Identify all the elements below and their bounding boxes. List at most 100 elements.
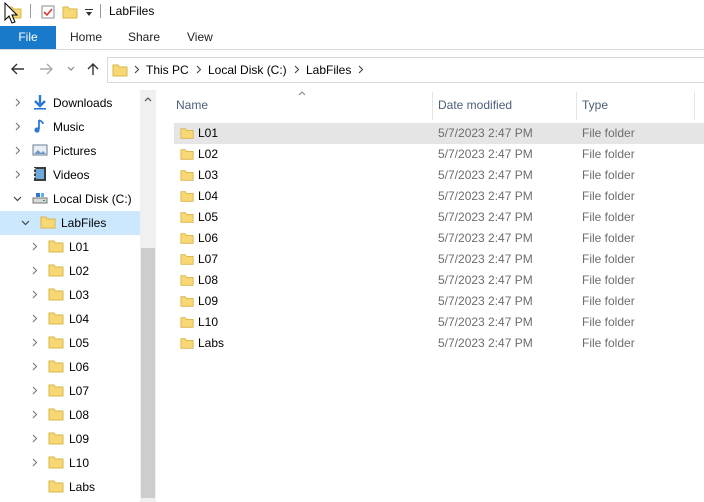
nav-item-pictures[interactable]: Pictures xyxy=(0,139,140,163)
nav-item-l06[interactable]: L06 xyxy=(0,355,140,379)
chevron-right-icon[interactable] xyxy=(358,65,364,74)
column-header-type[interactable]: Type xyxy=(577,90,694,120)
folder-icon xyxy=(48,336,64,349)
scroll-up-icon[interactable] xyxy=(144,96,152,102)
folder-icon xyxy=(180,191,194,202)
file-row-l06[interactable]: L06 5/7/2023 2:47 PM File folder xyxy=(174,228,704,249)
column-divider[interactable] xyxy=(694,92,695,120)
file-row-l01[interactable]: L01 5/7/2023 2:47 PM File folder xyxy=(174,123,704,144)
file-row-l10[interactable]: L10 5/7/2023 2:47 PM File folder xyxy=(174,312,704,333)
folder-icon xyxy=(180,317,194,328)
file-type: File folder xyxy=(582,252,635,266)
file-row-labs[interactable]: Labs 5/7/2023 2:47 PM File folder xyxy=(174,333,704,354)
nav-label: L04 xyxy=(69,312,90,326)
nav-label: Music xyxy=(53,120,85,134)
nav-item-l02[interactable]: L02 xyxy=(0,259,140,283)
file-date: 5/7/2023 2:47 PM xyxy=(438,168,533,182)
tab-file[interactable]: File xyxy=(0,26,56,49)
chevron-right-icon[interactable] xyxy=(32,266,38,275)
up-button[interactable] xyxy=(85,61,101,77)
column-label: Date modified xyxy=(438,98,513,112)
chevron-right-icon[interactable] xyxy=(15,122,21,131)
chevron-down-icon[interactable] xyxy=(21,220,30,226)
nav-item-local-disk[interactable]: Local Disk (C:) xyxy=(0,187,140,211)
chevron-right-icon[interactable] xyxy=(15,146,21,155)
forward-button[interactable] xyxy=(38,61,54,77)
file-type: File folder xyxy=(582,168,635,182)
file-name: L07 xyxy=(198,252,219,266)
nav-item-labs[interactable]: Labs xyxy=(0,475,140,499)
nav-item-l04[interactable]: L04 xyxy=(0,307,140,331)
file-row-l07[interactable]: L07 5/7/2023 2:47 PM File folder xyxy=(174,249,704,270)
nav-scrollbar[interactable] xyxy=(140,90,156,502)
breadcrumb-local-disk[interactable]: Local Disk (C:) xyxy=(208,63,287,77)
chevron-right-icon[interactable] xyxy=(15,98,21,107)
nav-item-l01[interactable]: L01 xyxy=(0,235,140,259)
chevron-right-icon[interactable] xyxy=(32,434,38,443)
chevron-down-icon[interactable] xyxy=(13,196,22,202)
folder-icon xyxy=(48,456,64,469)
folder-icon xyxy=(112,64,128,77)
nav-item-labfiles[interactable]: LabFiles xyxy=(0,211,140,235)
nav-label: L05 xyxy=(69,336,90,350)
up-arrow-icon xyxy=(87,63,99,75)
nav-item-videos[interactable]: Videos xyxy=(0,163,140,187)
file-row-l03[interactable]: L03 5/7/2023 2:47 PM File folder xyxy=(174,165,704,186)
address-bar[interactable]: This PC Local Disk (C:) LabFiles xyxy=(107,57,704,83)
folder-icon xyxy=(48,432,64,445)
scroll-thumb[interactable] xyxy=(141,248,155,498)
file-row-l05[interactable]: L05 5/7/2023 2:47 PM File folder xyxy=(174,207,704,228)
properties-icon[interactable] xyxy=(40,3,56,21)
tab-share[interactable]: Share xyxy=(128,26,160,49)
file-row-l08[interactable]: L08 5/7/2023 2:47 PM File folder xyxy=(174,270,704,291)
nav-item-music[interactable]: Music xyxy=(0,115,140,139)
folder-icon xyxy=(48,480,64,493)
folder-icon xyxy=(48,408,64,421)
nav-item-l10[interactable]: L10 xyxy=(0,451,140,475)
column-header-date[interactable]: Date modified xyxy=(433,90,576,120)
chevron-right-icon[interactable] xyxy=(294,65,300,74)
back-arrow-icon xyxy=(11,63,24,75)
chevron-right-icon[interactable] xyxy=(32,386,38,395)
breadcrumb-labfiles[interactable]: LabFiles xyxy=(306,63,351,77)
breadcrumb-this-pc[interactable]: This PC xyxy=(146,63,189,77)
nav-label: L09 xyxy=(69,432,90,446)
file-row-l04[interactable]: L04 5/7/2023 2:47 PM File folder xyxy=(174,186,704,207)
chevron-right-icon[interactable] xyxy=(15,170,21,179)
nav-item-l09[interactable]: L09 xyxy=(0,427,140,451)
file-row-l09[interactable]: L09 5/7/2023 2:47 PM File folder xyxy=(174,291,704,312)
nav-item-l07[interactable]: L07 xyxy=(0,379,140,403)
drive-icon xyxy=(32,193,48,204)
file-name: Labs xyxy=(198,336,225,350)
back-button[interactable] xyxy=(10,61,26,77)
customize-quick-access-icon[interactable] xyxy=(84,3,94,21)
tab-home[interactable]: Home xyxy=(70,26,102,49)
chevron-right-icon[interactable] xyxy=(196,65,202,74)
file-date: 5/7/2023 2:47 PM xyxy=(438,336,533,350)
file-name: L08 xyxy=(198,273,219,287)
folder-icon xyxy=(48,264,64,277)
column-header-name[interactable]: Name xyxy=(174,90,432,120)
nav-item-l05[interactable]: L05 xyxy=(0,331,140,355)
folder-icon xyxy=(180,149,194,160)
chevron-right-icon[interactable] xyxy=(32,338,38,347)
chevron-right-icon xyxy=(134,65,140,74)
chevron-right-icon[interactable] xyxy=(32,242,38,251)
tab-view[interactable]: View xyxy=(187,26,213,49)
new-folder-icon[interactable] xyxy=(62,3,78,21)
chevron-right-icon[interactable] xyxy=(32,314,38,323)
folder-icon xyxy=(40,216,56,229)
folder-icon xyxy=(180,233,194,244)
nav-item-l08[interactable]: L08 xyxy=(0,403,140,427)
chevron-right-icon[interactable] xyxy=(32,410,38,419)
column-label: Type xyxy=(582,98,609,112)
chevron-right-icon[interactable] xyxy=(32,458,38,467)
nav-item-downloads[interactable]: Downloads xyxy=(0,91,140,115)
nav-item-l03[interactable]: L03 xyxy=(0,283,140,307)
recent-locations-button[interactable] xyxy=(63,61,79,77)
file-type: File folder xyxy=(582,147,635,161)
chevron-right-icon[interactable] xyxy=(32,290,38,299)
file-row-l02[interactable]: L02 5/7/2023 2:47 PM File folder xyxy=(174,144,704,165)
chevron-right-icon[interactable] xyxy=(32,362,38,371)
file-type: File folder xyxy=(582,231,635,245)
